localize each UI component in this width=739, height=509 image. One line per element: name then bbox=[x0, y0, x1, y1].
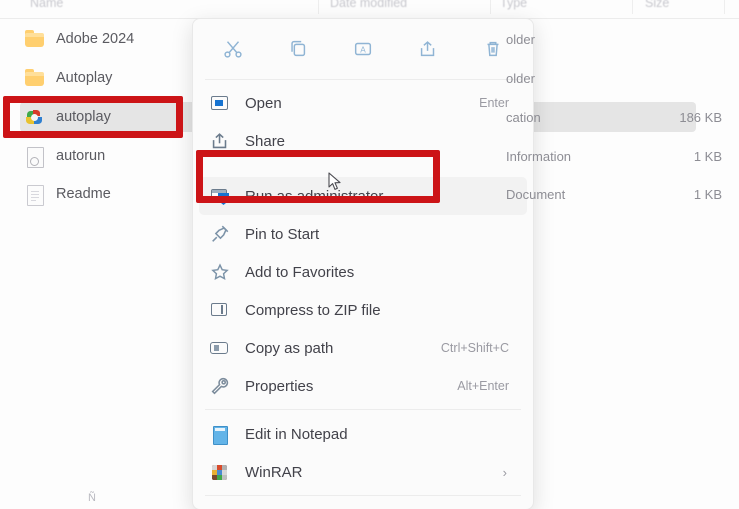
menu-item-shortcut: Enter bbox=[479, 96, 509, 110]
file-name: Adobe 2024 bbox=[56, 31, 135, 47]
file-size: 1 KB bbox=[693, 148, 722, 164]
menu-item-label: WinRAR bbox=[245, 463, 303, 481]
column-header-date-modified[interactable]: Date modified bbox=[330, 0, 407, 10]
context-menu-toolbar: A bbox=[193, 19, 533, 79]
file-name: Readme bbox=[56, 186, 111, 202]
wrench-icon bbox=[209, 375, 231, 397]
star-icon bbox=[209, 261, 231, 283]
column-header-size[interactable]: Size bbox=[645, 0, 669, 10]
menu-item-label: Pin to Start bbox=[245, 225, 320, 243]
menu-item-shortcut: Alt+Enter bbox=[457, 379, 509, 393]
column-divider[interactable] bbox=[490, 0, 491, 14]
menu-item-add-to-favorites[interactable]: Add to Favorites bbox=[199, 253, 527, 291]
menu-item-shortcut: Ctrl+Shift+C bbox=[440, 341, 509, 355]
folder-icon bbox=[24, 67, 46, 89]
menu-item-copy-as-path[interactable]: Copy as path Ctrl+Shift+C bbox=[199, 329, 527, 367]
zip-icon bbox=[209, 299, 231, 321]
context-menu: A Open Enter Share Run as administrator … bbox=[192, 18, 534, 509]
menu-separator bbox=[205, 79, 521, 80]
setup-information-icon bbox=[24, 145, 46, 168]
menu-item-pin-to-start[interactable]: Pin to Start bbox=[199, 215, 527, 253]
path-icon bbox=[209, 337, 231, 359]
folder-icon bbox=[24, 28, 46, 50]
menu-item-compress-to-zip-file[interactable]: Compress to ZIP file bbox=[199, 291, 527, 329]
file-size: 186 KB bbox=[679, 109, 722, 125]
column-divider[interactable] bbox=[632, 0, 633, 14]
menu-item-show-more-options[interactable]: Show more options bbox=[199, 501, 527, 509]
open-icon bbox=[209, 92, 231, 114]
column-header-row: Name Date modified Type Size bbox=[0, 0, 739, 19]
menu-separator bbox=[205, 409, 521, 410]
menu-item-label: Run as administrator bbox=[245, 187, 384, 205]
application-icon bbox=[24, 106, 46, 128]
copy-icon[interactable] bbox=[279, 32, 317, 66]
chevron-right-icon: › bbox=[502, 464, 507, 480]
menu-item-label: Compress to ZIP file bbox=[245, 301, 381, 319]
menu-item-label: Open bbox=[245, 94, 282, 112]
rename-icon[interactable]: A bbox=[344, 32, 382, 66]
menu-item-properties[interactable]: Properties Alt+Enter bbox=[199, 367, 527, 405]
text-document-icon bbox=[24, 183, 46, 206]
menu-item-label: Edit in Notepad bbox=[245, 425, 348, 443]
menu-item-label: Add to Favorites bbox=[245, 263, 355, 281]
file-name: autoplay bbox=[56, 109, 111, 125]
file-type: cation bbox=[506, 109, 541, 125]
file-name: Autoplay bbox=[56, 70, 113, 86]
file-type: Information bbox=[506, 148, 572, 164]
menu-item-label: Share bbox=[245, 132, 286, 150]
explorer-context-menu-screenshot: Name Date modified Type Size Adobe 2024 … bbox=[0, 0, 739, 509]
pin-icon bbox=[209, 223, 231, 245]
file-type: Document bbox=[506, 186, 566, 202]
file-name: autorun bbox=[56, 148, 106, 164]
column-header-name[interactable]: Name bbox=[30, 0, 63, 10]
share-icon[interactable] bbox=[409, 32, 447, 66]
menu-item-edit-in-notepad[interactable]: Edit in Notepad bbox=[199, 415, 527, 453]
menu-item-label: Copy as path bbox=[245, 339, 334, 357]
file-size: 1 KB bbox=[693, 186, 722, 202]
menu-item-open[interactable]: Open Enter bbox=[199, 84, 527, 122]
svg-text:A: A bbox=[360, 46, 366, 55]
menu-item-label: Properties bbox=[245, 377, 314, 395]
bottom-edge-glyph: Ñ bbox=[88, 492, 96, 504]
column-divider[interactable] bbox=[724, 0, 725, 14]
shield-icon bbox=[209, 185, 231, 207]
file-type: older bbox=[506, 31, 535, 47]
menu-item-run-as-administrator[interactable]: Run as administrator bbox=[199, 177, 527, 215]
notepad-icon bbox=[209, 423, 231, 445]
column-header-type[interactable]: Type bbox=[500, 0, 527, 10]
winrar-icon bbox=[209, 461, 231, 483]
file-type: older bbox=[506, 70, 535, 86]
share-icon bbox=[209, 130, 231, 152]
menu-item-share[interactable]: Share bbox=[199, 122, 527, 160]
menu-separator bbox=[205, 495, 521, 496]
column-divider[interactable] bbox=[318, 0, 319, 14]
cut-icon[interactable] bbox=[214, 32, 252, 66]
menu-item-winrar[interactable]: WinRAR › bbox=[199, 453, 527, 491]
